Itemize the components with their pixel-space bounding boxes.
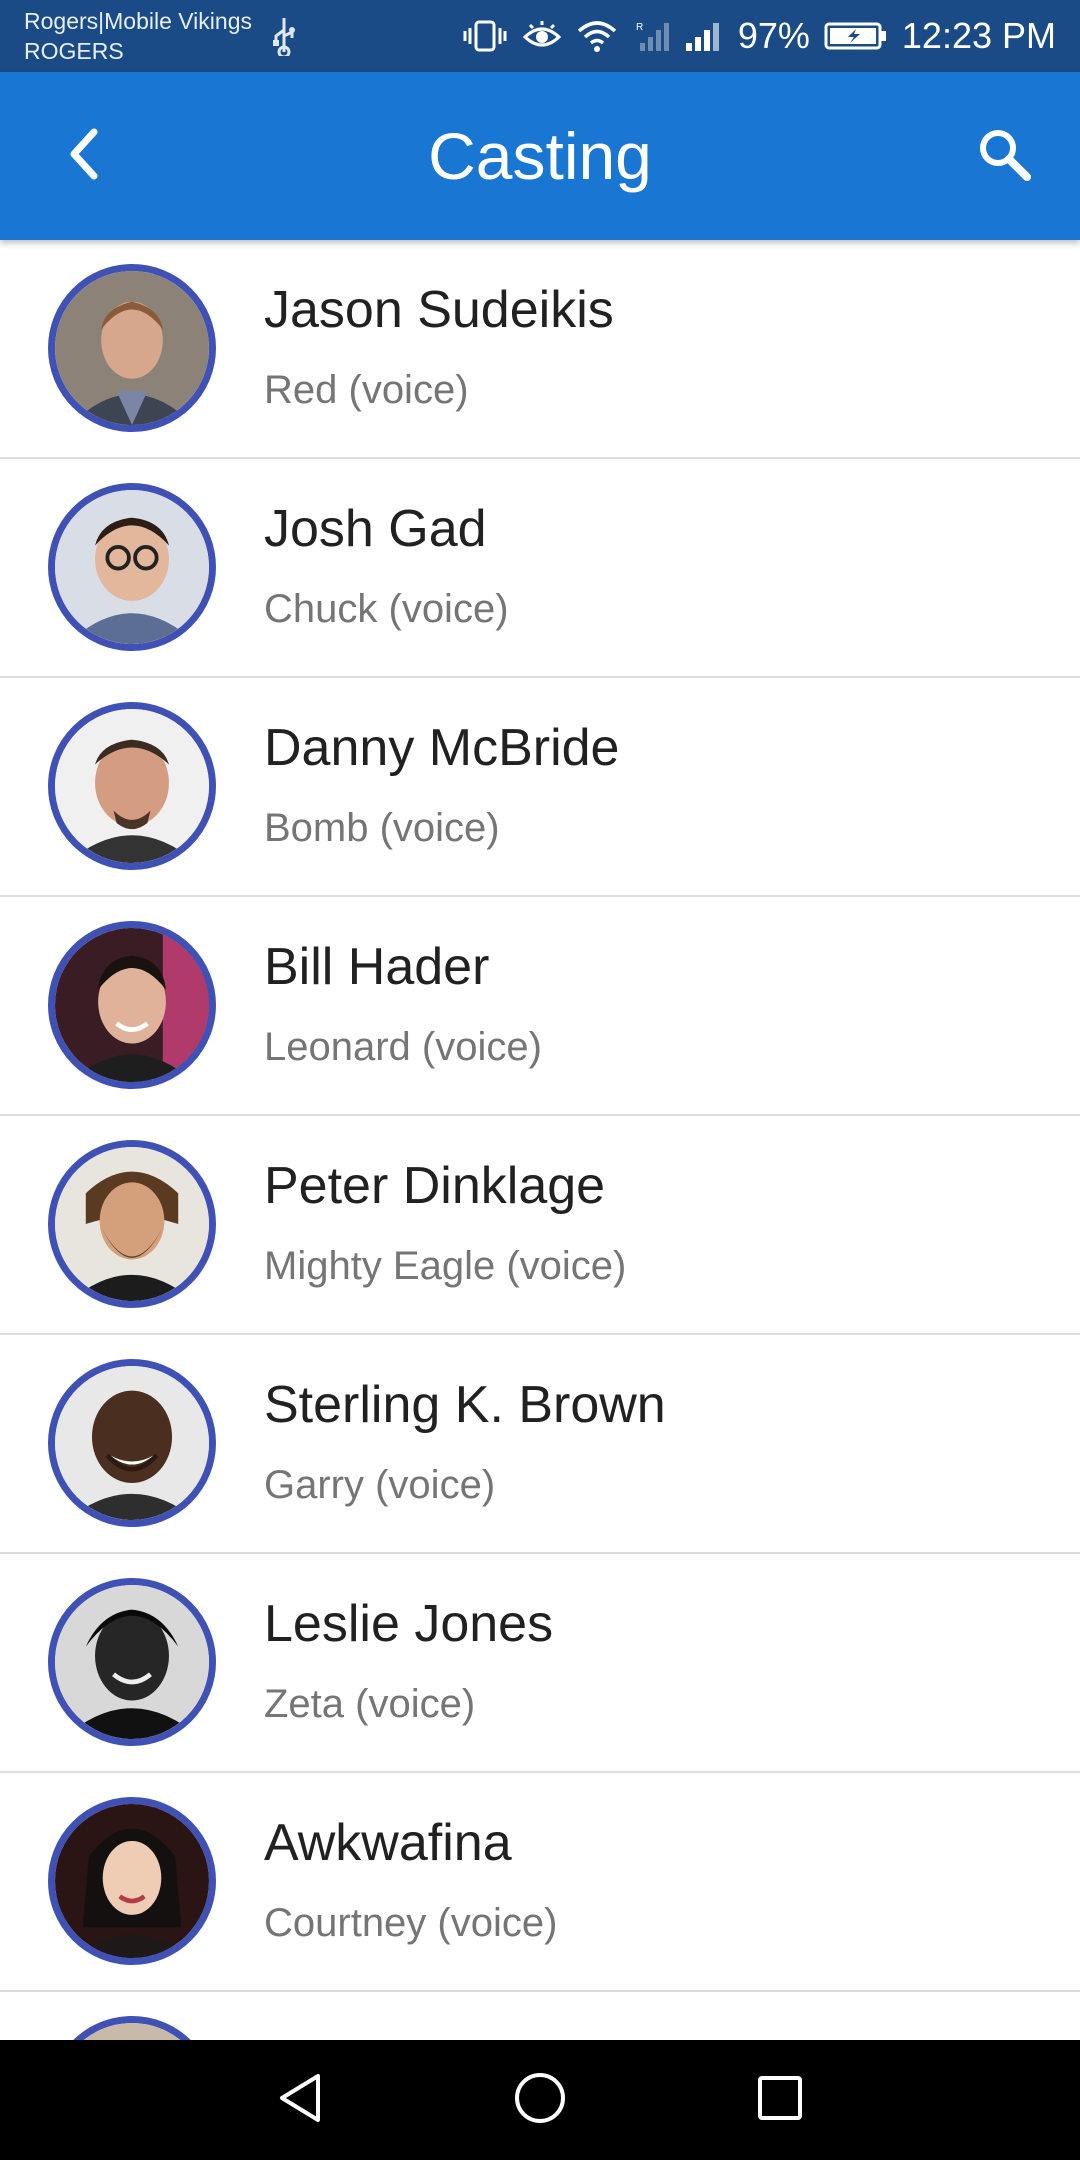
actor-name: Awkwafina — [264, 1814, 512, 1872]
character-name: Chuck (voice) — [264, 587, 509, 631]
avatar — [48, 921, 216, 1089]
home-circle-icon — [512, 2070, 568, 2131]
vibrate-icon — [462, 19, 508, 53]
actor-name: Danny McBride — [264, 719, 620, 777]
recents-square-icon — [754, 2072, 806, 2129]
clock: 12:23 PM — [901, 15, 1056, 56]
casting-screen: Rogers|Mobile Vikings ROGERS R 97% 12:23… — [0, 0, 1080, 2160]
nav-recents-button[interactable] — [740, 2060, 820, 2140]
actor-name: Sterling K. Brown — [264, 1376, 666, 1434]
list-item[interactable]: Danny McBride Bomb (voice) — [0, 678, 1080, 897]
back-triangle-icon — [274, 2070, 326, 2131]
actor-name: Peter Dinklage — [264, 1157, 606, 1215]
system-nav-bar — [0, 2040, 1080, 2160]
list-item[interactable]: Bill Hader Leonard (voice) — [0, 897, 1080, 1116]
character-name: Red (voice) — [264, 368, 469, 412]
character-name: Mighty Eagle (voice) — [264, 1244, 627, 1288]
carrier-info: Rogers|Mobile Vikings ROGERS — [24, 6, 252, 66]
avatar — [48, 2016, 216, 2040]
carrier-line2: ROGERS — [24, 38, 124, 64]
actor-name: Bill Hader — [264, 938, 490, 996]
actor-name: Jason Sudeikis — [264, 281, 614, 339]
actor-name: Josh Gad — [264, 500, 487, 558]
status-bar: Rogers|Mobile Vikings ROGERS R 97% 12:23… — [0, 0, 1080, 72]
list-item[interactable]: Jason Sudeikis Red (voice) — [0, 240, 1080, 459]
actor-name: Leslie Jones — [264, 1595, 554, 1653]
avatar — [48, 264, 216, 432]
character-name: Bomb (voice) — [264, 806, 500, 850]
character-name: Zeta (voice) — [264, 1682, 476, 1726]
list-item[interactable]: Peter Dinklage Mighty Eagle (voice) — [0, 1116, 1080, 1335]
avatar — [48, 1140, 216, 1308]
avatar — [48, 702, 216, 870]
usb-icon — [270, 16, 298, 59]
back-button[interactable] — [44, 116, 124, 196]
character-name: Leonard (voice) — [264, 1025, 542, 1069]
carrier-line1: Rogers|Mobile Vikings — [24, 8, 252, 34]
app-bar: Casting — [0, 72, 1080, 240]
wifi-icon — [576, 19, 618, 53]
eye-comfort-icon — [522, 19, 562, 53]
chevron-left-icon — [64, 126, 104, 187]
character-name: Courtney (voice) — [264, 1901, 558, 1945]
nav-home-button[interactable] — [500, 2060, 580, 2140]
page-title: Casting — [428, 119, 652, 193]
avatar — [48, 483, 216, 651]
avatar — [48, 1359, 216, 1527]
search-button[interactable] — [964, 116, 1044, 196]
svg-text:R: R — [636, 22, 643, 33]
character-name: Garry (voice) — [264, 1463, 496, 1507]
status-icons: R 97% 12:23 PM — [462, 10, 1056, 62]
list-item[interactable]: Awkwafina Courtney (voice) — [0, 1773, 1080, 1992]
list-item[interactable]: Leslie Jones Zeta (voice) — [0, 1554, 1080, 1773]
signal-icon — [684, 19, 724, 53]
battery-percent: 97% — [737, 15, 810, 56]
battery-charging-icon — [824, 21, 888, 51]
actor-name: Rachel Bloom — [264, 2032, 588, 2040]
avatar — [48, 1578, 216, 1746]
nav-back-button[interactable] — [260, 2060, 340, 2140]
list-item[interactable]: Sterling K. Brown Garry (voice) — [0, 1335, 1080, 1554]
list-item[interactable]: Josh Gad Chuck (voice) — [0, 459, 1080, 678]
signal-icon: R — [632, 19, 670, 53]
list-item[interactable]: Rachel Bloom — [0, 1992, 1080, 2040]
avatar — [48, 1797, 216, 1965]
search-icon — [974, 124, 1034, 189]
cast-list[interactable]: Jason Sudeikis Red (voice) Josh Gad Chuc… — [0, 240, 1080, 2040]
